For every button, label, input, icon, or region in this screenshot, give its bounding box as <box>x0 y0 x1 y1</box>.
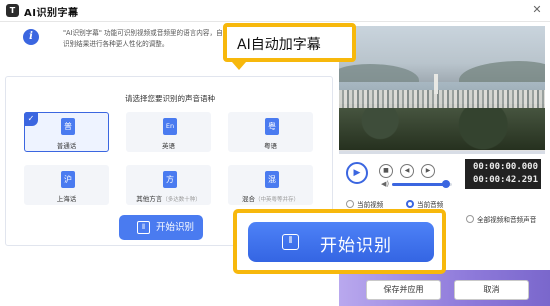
start-recognition-big-button[interactable]: ⦀ 开始识别 <box>248 222 434 262</box>
waveform-icon: ⦀ <box>282 234 299 250</box>
radio-icon <box>346 200 354 208</box>
title-bar: T AI识别字幕 ✕ <box>0 0 550 22</box>
lang-option-mandarin[interactable]: ✓ 普 普通话 <box>24 112 109 152</box>
video-foliage <box>339 108 545 150</box>
lang-option-other-dialects[interactable]: 方 其他方言（多达数十种） <box>126 165 211 205</box>
shanghainese-icon: 沪 <box>61 171 75 188</box>
window-title: AI识别字幕 <box>24 8 79 19</box>
start-recognition-button[interactable]: ⦀ 开始识别 <box>119 215 203 240</box>
footer-left <box>0 276 339 306</box>
lang-label: 其他方言（多达数十种） <box>127 193 210 203</box>
mandarin-icon: 普 <box>61 118 75 135</box>
start-recognition-label: 开始识别 <box>156 222 195 233</box>
radio-selected-icon <box>406 200 414 208</box>
lang-label: 上海话 <box>56 195 77 203</box>
callout-tail <box>232 62 246 70</box>
app-logo-icon: T <box>6 4 19 17</box>
ai-subtitle-callout: AI自动加字幕 <box>223 23 356 62</box>
lang-label: 英语 <box>162 142 175 150</box>
scope-label: 当前音频 <box>417 201 444 209</box>
lang-option-english[interactable]: En 英语 <box>126 112 211 152</box>
prev-frame-icon[interactable]: ◀ <box>400 164 414 178</box>
start-recognition-callout: ⦀ 开始识别 <box>233 209 446 274</box>
volume-fill <box>392 183 446 186</box>
mixed-icon: 混 <box>265 171 279 188</box>
dialect-icon: 方 <box>163 171 177 188</box>
time-total: 00:00:42.291 <box>472 175 538 185</box>
lang-label-sub: （多达数十种） <box>162 197 201 203</box>
time-current: 00:00:00.000 <box>472 162 538 172</box>
play-icon[interactable]: ▶ <box>346 162 368 184</box>
lang-label-sub: （中英粤等并存） <box>254 197 299 203</box>
timecode-display: 00:00:00.000 00:00:42.291 <box>465 159 541 189</box>
cancel-button[interactable]: 取消 <box>454 280 529 300</box>
lang-option-mixed[interactable]: 混 混合（中英粤等并存） <box>228 165 313 205</box>
ai-subtitle-callout-text: AI自动加字幕 <box>237 37 321 53</box>
scope-label: 全部视频和音频声音 <box>477 216 537 224</box>
start-recognition-big-label: 开始识别 <box>320 236 392 256</box>
playback-progress-bar[interactable] <box>339 151 545 154</box>
scope-option-current-audio[interactable]: 当前音频 <box>406 199 443 209</box>
volume-icon[interactable]: ◀) <box>381 180 389 188</box>
close-icon[interactable]: ✕ <box>530 3 544 17</box>
lang-label: 混合（中英粤等并存） <box>229 193 312 203</box>
video-tower <box>434 74 438 94</box>
radio-icon <box>466 215 474 223</box>
volume-knob[interactable] <box>442 180 450 188</box>
save-apply-button[interactable]: 保存并应用 <box>366 280 441 300</box>
info-icon: i <box>23 29 39 45</box>
lang-option-shanghainese[interactable]: 沪 上海话 <box>24 165 109 205</box>
english-icon: En <box>163 118 177 135</box>
lang-label-main: 混合 <box>241 195 255 203</box>
player-controls: ▶ ■ ◀ ▶ ◀) 00:00:00.000 00:00:42.291 <box>339 150 545 192</box>
lang-label-main: 其他方言 <box>136 195 163 203</box>
next-frame-icon[interactable]: ▶ <box>421 164 435 178</box>
lang-label: 普通话 <box>56 142 77 150</box>
lang-option-cantonese[interactable]: 粤 粤语 <box>228 112 313 152</box>
scope-option-current-video[interactable]: 当前视频 <box>346 199 383 209</box>
language-prompt: 请选择您要识别的声音语种 <box>125 94 215 103</box>
video-preview[interactable] <box>339 26 545 150</box>
stop-icon[interactable]: ■ <box>379 164 393 178</box>
scope-option-all[interactable]: 全部视频和音频声音 <box>466 214 536 224</box>
check-icon: ✓ <box>24 112 38 126</box>
waveform-icon: ⦀ <box>137 221 150 234</box>
lang-label: 粤语 <box>264 142 277 150</box>
scope-label: 当前视频 <box>357 201 384 209</box>
cantonese-icon: 粤 <box>265 118 279 135</box>
